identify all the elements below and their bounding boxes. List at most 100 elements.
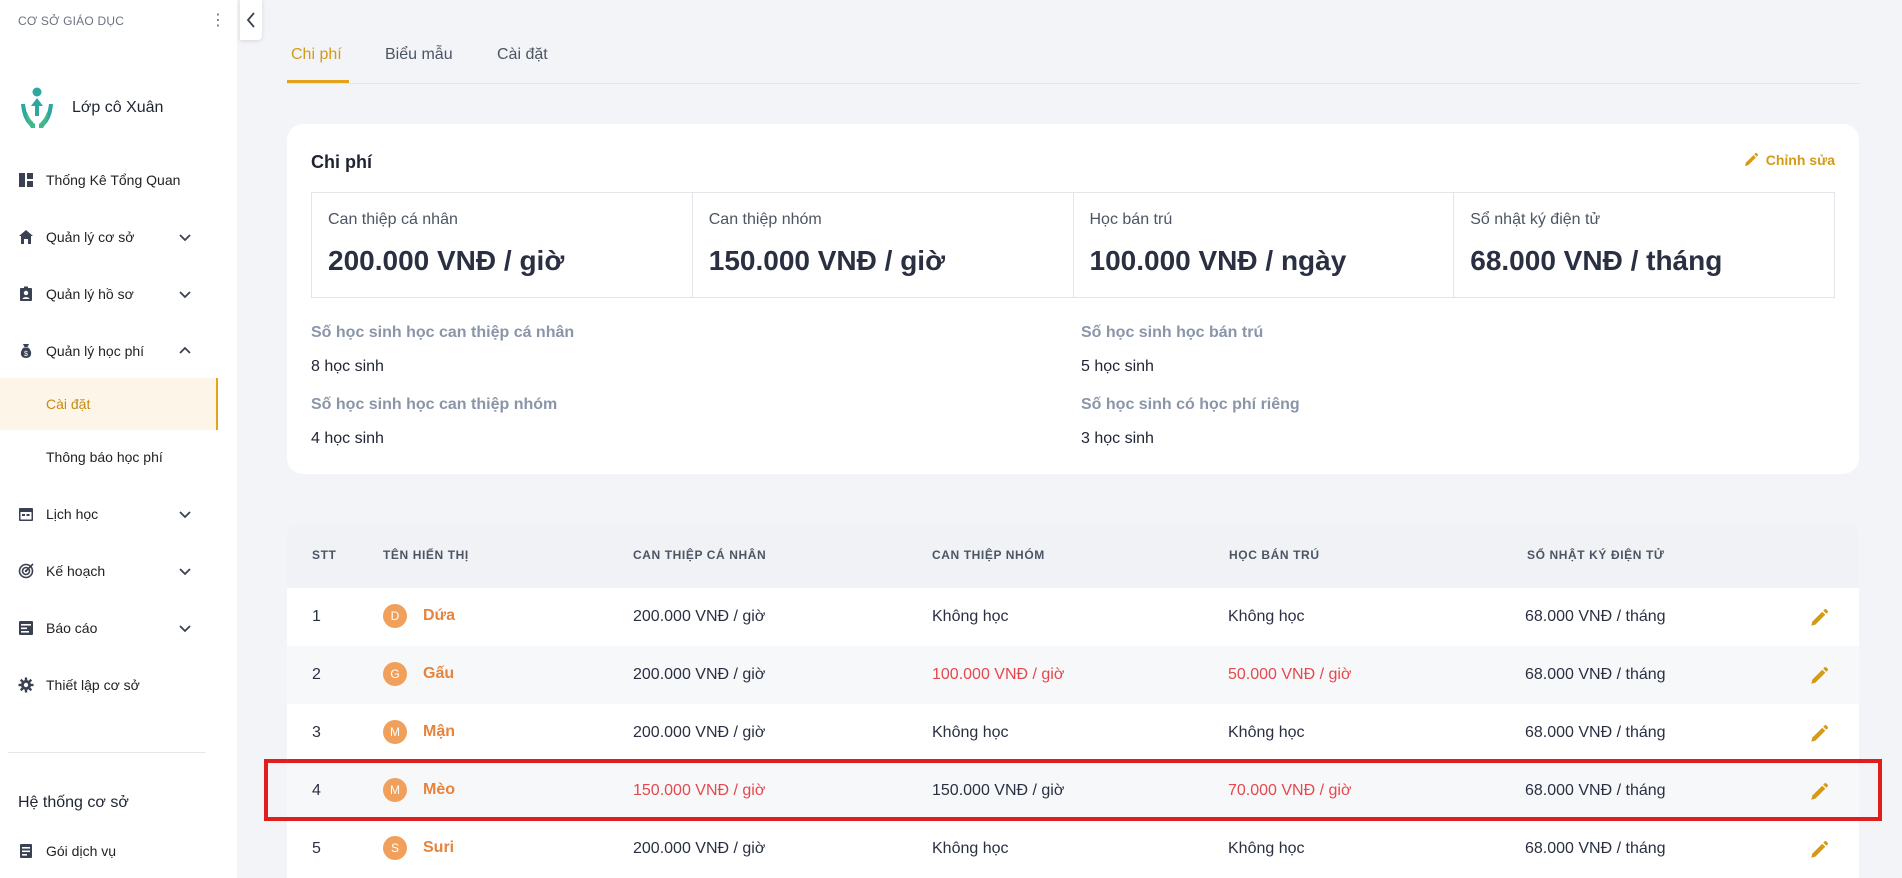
money-bag-icon: $ bbox=[18, 343, 34, 359]
active-tab-indicator bbox=[287, 80, 349, 83]
highlight-box bbox=[264, 759, 1882, 821]
sidebar-item-facility[interactable]: Quản lý cơ sở bbox=[0, 217, 218, 257]
student-name[interactable]: Gấu bbox=[423, 665, 454, 683]
report-icon bbox=[18, 620, 34, 636]
stat-value: 3 học sinh bbox=[1081, 430, 1154, 447]
sidebar-item-label: Báo cáo bbox=[46, 620, 98, 636]
cell-group-fee: Không học bbox=[932, 608, 1009, 625]
avatar: D bbox=[383, 604, 407, 628]
collapse-sidebar-button[interactable] bbox=[240, 0, 262, 40]
chevron-down-icon bbox=[179, 511, 191, 519]
chevron-down-icon bbox=[179, 568, 191, 576]
fee-card-title: Chi phí bbox=[311, 152, 372, 172]
cell-stt: 2 bbox=[312, 666, 321, 683]
pencil-icon bbox=[1744, 153, 1758, 166]
cell-stt: 1 bbox=[312, 608, 321, 625]
profile-icon bbox=[18, 286, 34, 302]
sidebar-item-schedule[interactable]: Lịch học bbox=[0, 494, 218, 534]
sidebar-section-title: Hệ thống cơ sở bbox=[18, 794, 129, 811]
cell-student[interactable]: M Mận bbox=[383, 720, 455, 744]
column-header-stt: STT bbox=[312, 548, 337, 562]
pencil-icon[interactable] bbox=[1810, 667, 1828, 685]
sidebar-item-tuition-notices[interactable]: Thông báo học phí bbox=[0, 437, 218, 477]
sidebar-item-tuition[interactable]: $ Quản lý học phí bbox=[0, 331, 218, 371]
stat-value: 8 học sinh bbox=[311, 358, 384, 375]
cell-student[interactable]: D Dứa bbox=[383, 604, 455, 628]
sidebar-item-profiles[interactable]: Quản lý hồ sơ bbox=[0, 274, 218, 314]
sidebar-divider bbox=[8, 752, 206, 753]
sidebar-item-reports[interactable]: Báo cáo bbox=[0, 608, 218, 648]
student-name[interactable]: Mận bbox=[423, 723, 455, 741]
stat-label: Số học sinh có học phí riêng bbox=[1081, 396, 1300, 413]
column-header-group: CAN THIỆP NHÓM bbox=[932, 548, 1045, 562]
sidebar-item-facility-setup[interactable]: Thiết lập cơ sở bbox=[0, 665, 218, 705]
target-icon bbox=[18, 563, 34, 579]
fee-value: 68.000 VNĐ / tháng bbox=[1470, 245, 1723, 276]
sidebar-item-label: Lịch học bbox=[46, 506, 99, 522]
fee-group: Can thiệp nhóm 150.000 VNĐ / giờ bbox=[693, 193, 1074, 297]
chevron-down-icon bbox=[179, 291, 191, 299]
fee-label: Học bán trú bbox=[1089, 211, 1173, 228]
org-header: Lớp cô Xuân bbox=[18, 86, 163, 130]
fee-value: 100.000 VNĐ / ngày bbox=[1089, 245, 1347, 276]
cell-e-diary-fee: 68.000 VNĐ / tháng bbox=[1525, 724, 1666, 741]
avatar: S bbox=[383, 836, 407, 860]
column-header-name: TÊN HIỂN THỊ bbox=[383, 548, 469, 562]
student-name[interactable]: Dứa bbox=[423, 607, 455, 625]
cell-boarding-fee: Không học bbox=[1228, 840, 1305, 857]
sidebar-item-tuition-settings[interactable]: Cài đặt bbox=[0, 378, 218, 430]
table-header: STT TÊN HIỂN THỊ CAN THIỆP CÁ NHÂN CAN T… bbox=[287, 524, 1859, 588]
cell-student[interactable]: S Suri bbox=[383, 836, 454, 860]
column-header-boarding: HỌC BÁN TRÚ bbox=[1229, 548, 1320, 562]
stat-boarding-count: Số học sinh học bán trú 5 học sinh bbox=[1081, 324, 1263, 376]
student-name[interactable]: Suri bbox=[423, 839, 454, 857]
cell-boarding-fee: 50.000 VNĐ / giờ bbox=[1228, 666, 1352, 683]
org-logo bbox=[21, 87, 53, 128]
cell-student[interactable]: G Gấu bbox=[383, 662, 454, 686]
fee-grid: Can thiệp cá nhân 200.000 VNĐ / giờ Can … bbox=[311, 192, 1835, 298]
chevron-down-icon bbox=[179, 625, 191, 633]
fee-label: Sổ nhật ký điện tử bbox=[1470, 211, 1601, 228]
sidebar-item-label: Gói dịch vụ bbox=[46, 843, 117, 859]
chevron-left-icon bbox=[246, 12, 255, 28]
tab-chi-phi[interactable]: Chi phí bbox=[291, 46, 342, 64]
table-row: 5 S Suri 200.000 VNĐ / giờ Không học Khô… bbox=[287, 820, 1859, 878]
fee-individual: Can thiệp cá nhân 200.000 VNĐ / giờ bbox=[312, 193, 693, 297]
pencil-icon[interactable] bbox=[1810, 841, 1828, 859]
cell-group-fee: Không học bbox=[932, 724, 1009, 741]
pencil-icon[interactable] bbox=[1810, 725, 1828, 743]
tab-cai-dat[interactable]: Cài đặt bbox=[497, 46, 548, 64]
dashboard-icon bbox=[18, 172, 34, 188]
more-options-icon[interactable]: ⋮ bbox=[210, 12, 226, 30]
cell-boarding-fee: Không học bbox=[1228, 608, 1305, 625]
stat-custom-fee-count: Số học sinh có học phí riêng 3 học sinh bbox=[1081, 396, 1300, 448]
home-icon bbox=[18, 229, 34, 245]
sidebar-item-label: Thống Kê Tổng Quan bbox=[46, 172, 181, 188]
edit-fees-label: Chỉnh sửa bbox=[1765, 152, 1835, 168]
column-header-individual: CAN THIỆP CÁ NHÂN bbox=[633, 548, 767, 562]
org-type-label: CƠ SỞ GIÁO DỤC bbox=[18, 14, 125, 28]
sidebar-item-overview[interactable]: Thống Kê Tổng Quan bbox=[0, 160, 218, 200]
pencil-icon[interactable] bbox=[1810, 609, 1828, 627]
fee-label: Can thiệp cá nhân bbox=[328, 211, 458, 228]
cell-e-diary-fee: 68.000 VNĐ / tháng bbox=[1525, 608, 1666, 625]
cell-individual-fee: 200.000 VNĐ / giờ bbox=[633, 840, 766, 857]
column-header-e-diary: SỔ NHẬT KÝ ĐIỆN TỬ bbox=[1527, 548, 1665, 562]
cell-e-diary-fee: 68.000 VNĐ / tháng bbox=[1525, 666, 1666, 683]
sidebar-item-label: Thông báo học phí bbox=[46, 449, 163, 465]
cell-group-fee: 100.000 VNĐ / giờ bbox=[932, 666, 1065, 683]
cell-individual-fee: 200.000 VNĐ / giờ bbox=[633, 666, 766, 683]
fee-card: Chi phí Chỉnh sửa Can thiệp cá nhân 200.… bbox=[287, 124, 1859, 474]
fee-value: 200.000 VNĐ / giờ bbox=[328, 245, 565, 276]
edit-fees-button[interactable]: Chỉnh sửa bbox=[1744, 152, 1835, 168]
cell-e-diary-fee: 68.000 VNĐ / tháng bbox=[1525, 840, 1666, 857]
tab-bieu-mau[interactable]: Biểu mẫu bbox=[385, 46, 453, 64]
cell-stt: 3 bbox=[312, 724, 321, 741]
stat-individual-count: Số học sinh học can thiệp cá nhân 8 học … bbox=[311, 324, 574, 376]
chevron-down-icon bbox=[179, 234, 191, 242]
sidebar-item-plans[interactable]: Kế hoạch bbox=[0, 551, 218, 591]
fee-value: 150.000 VNĐ / giờ bbox=[708, 245, 945, 276]
table-row: 1 D Dứa 200.000 VNĐ / giờ Không học Khôn… bbox=[287, 588, 1859, 646]
cell-boarding-fee: Không học bbox=[1228, 724, 1305, 741]
sidebar-item-service-packages[interactable]: Gói dịch vụ bbox=[0, 831, 218, 871]
